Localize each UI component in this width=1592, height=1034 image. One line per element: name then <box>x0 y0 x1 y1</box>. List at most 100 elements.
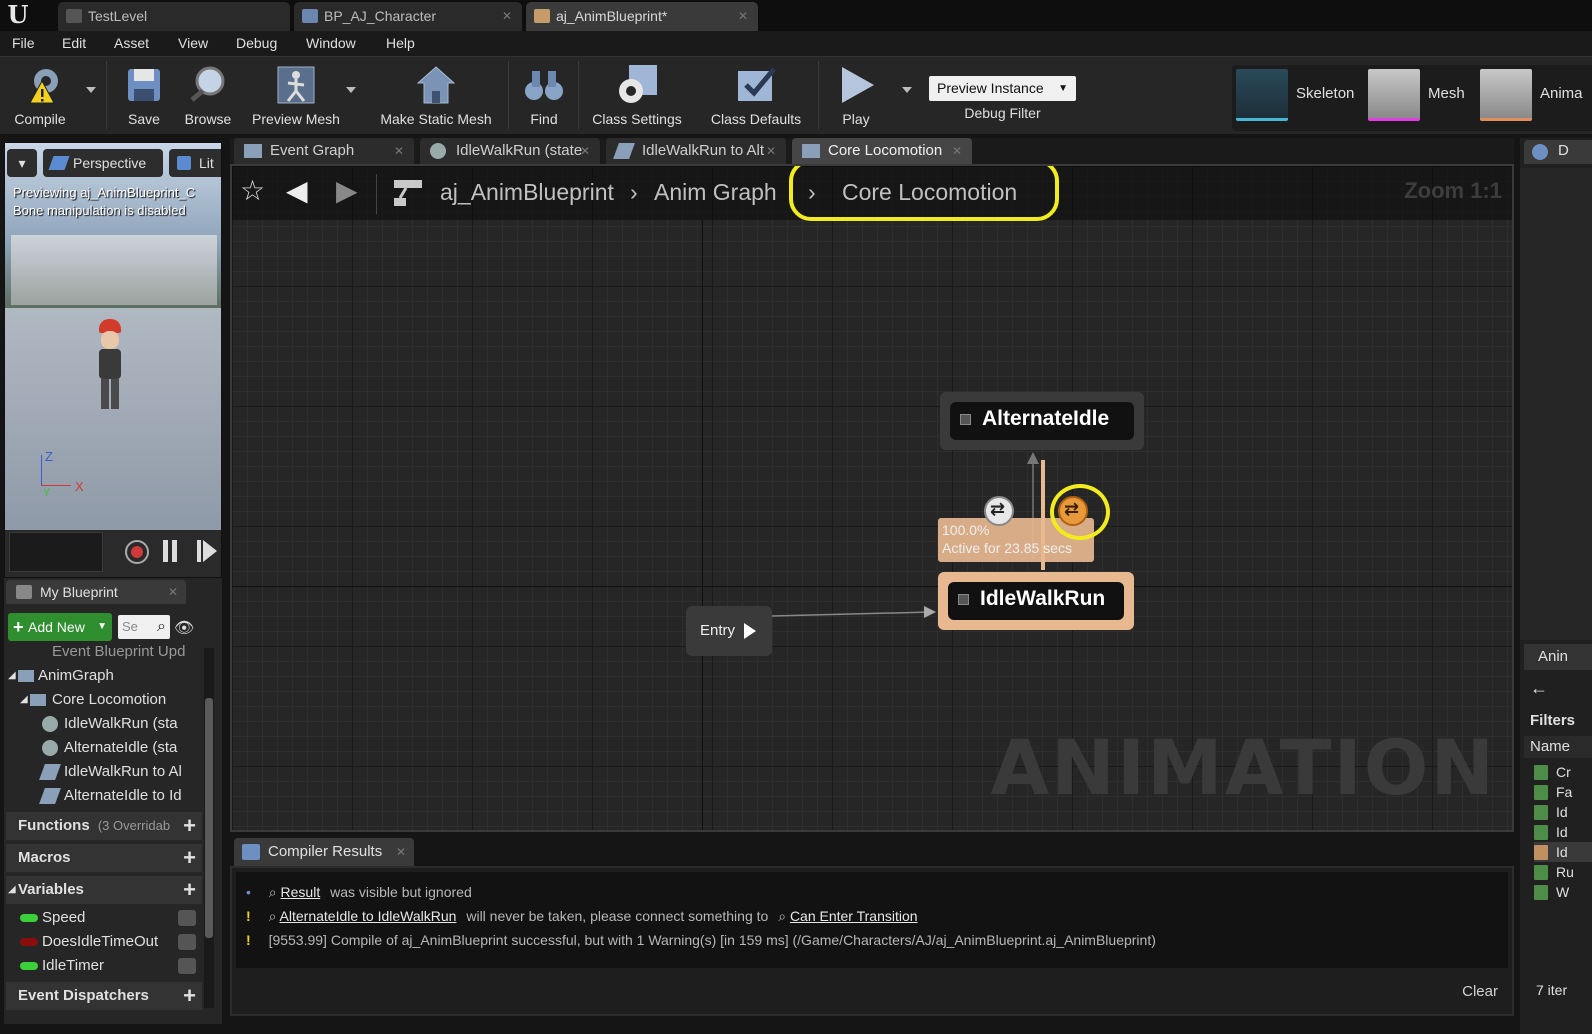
close-icon[interactable]: ✕ <box>168 580 178 604</box>
unreal-logo-icon[interactable]: U <box>4 2 32 28</box>
play-options-arrow[interactable] <box>902 87 912 93</box>
debug-filter-dropdown[interactable]: Preview Instance ▼ <box>929 76 1076 101</box>
step-forward-arrow-icon[interactable] <box>203 540 217 562</box>
variable-doesidletimeout[interactable]: DoesIdleTimeOut <box>6 930 202 954</box>
entry-node[interactable]: Entry <box>686 606 772 656</box>
log-link-can-enter-transition[interactable]: Can Enter Transition <box>790 908 918 924</box>
close-icon[interactable]: ✕ <box>394 138 404 164</box>
asset-list-item[interactable]: W <box>1534 882 1592 902</box>
variable-idletimer[interactable]: IdleTimer <box>6 954 202 978</box>
class-defaults-button[interactable]: Class Defaults <box>700 59 812 131</box>
compile-button[interactable]: Compile <box>4 59 76 131</box>
mesh-thumbnail-icon[interactable] <box>1368 69 1420 121</box>
pause-icon[interactable] <box>172 540 177 562</box>
search-input[interactable]: Se ⌕ <box>118 615 170 639</box>
add-event-dispatcher-button[interactable]: + <box>183 984 196 1008</box>
tab-anim-asset-browser[interactable]: Anin <box>1524 644 1592 670</box>
tree-expand-icon[interactable]: ◢ <box>8 876 16 904</box>
pause-icon[interactable] <box>163 540 168 562</box>
close-icon[interactable]: ✕ <box>766 138 776 164</box>
add-macro-button[interactable]: + <box>183 846 196 870</box>
preview-mesh-button[interactable]: Preview Mesh <box>244 59 348 131</box>
tree-item-alternateidle-state[interactable]: AlternateIdle (sta <box>4 736 194 760</box>
event-dispatchers-section-header[interactable]: Event Dispatchers + <box>6 982 202 1010</box>
tree-expand-icon[interactable]: ◢ <box>8 664 16 688</box>
visibility-toggle-icon[interactable] <box>178 958 196 974</box>
close-icon[interactable]: ✕ <box>738 2 748 30</box>
functions-section-header[interactable]: Functions (3 Overridab + <box>6 812 202 840</box>
log-link-result[interactable]: Result <box>281 884 321 900</box>
tree-item-alternateidle-to-idlewalkrun[interactable]: AlternateIdle to Id <box>4 784 194 808</box>
variables-section-header[interactable]: ◢ Variables + <box>6 876 202 904</box>
add-function-button[interactable]: + <box>183 814 196 838</box>
scrollbar-thumb[interactable] <box>205 698 213 938</box>
save-button[interactable]: Save <box>114 59 174 131</box>
menu-window[interactable]: Window <box>306 31 356 56</box>
exec-pin-icon[interactable] <box>744 623 756 639</box>
perspective-button[interactable]: Perspective <box>43 149 163 177</box>
tab-idlewalkrun-to-alt[interactable]: IdleWalkRun to Alt ✕ <box>606 138 786 164</box>
asset-list-item[interactable]: Ru <box>1534 862 1592 882</box>
tab-my-blueprint[interactable]: My Blueprint ✕ <box>6 580 186 604</box>
browse-button[interactable]: Browse <box>176 59 240 131</box>
mesh-mode-label[interactable]: Mesh <box>1428 85 1465 102</box>
close-icon[interactable]: ✕ <box>396 838 406 866</box>
eye-visibility-icon[interactable]: 👁 <box>174 618 194 638</box>
record-button[interactable] <box>125 540 149 564</box>
preview-viewport[interactable]: ▾ Perspective Lit Previewing aj_AnimBlue… <box>4 142 222 578</box>
tab-bp-aj-character[interactable]: BP_AJ_Character ✕ <box>294 2 522 31</box>
variable-speed[interactable]: Speed <box>6 906 202 930</box>
tab-core-locomotion[interactable]: Core Locomotion ✕ <box>792 138 972 164</box>
state-node-idlewalkrun[interactable]: IdleWalkRun <box>938 572 1134 630</box>
menu-view[interactable]: View <box>178 31 208 56</box>
menu-asset[interactable]: Asset <box>114 31 149 56</box>
skeleton-thumbnail-icon[interactable] <box>1236 69 1288 121</box>
find-button[interactable]: Find <box>514 59 574 131</box>
tab-details[interactable]: D <box>1524 140 1592 164</box>
close-icon[interactable]: ✕ <box>580 138 590 164</box>
filters-label[interactable]: Filters <box>1530 712 1575 729</box>
tree-item-core-locomotion[interactable]: ◢ Core Locomotion <box>4 688 194 712</box>
name-column-header[interactable]: Name <box>1524 736 1592 758</box>
compile-options-arrow[interactable] <box>86 87 96 93</box>
make-static-mesh-button[interactable]: Make Static Mesh <box>370 59 502 131</box>
close-icon[interactable]: ✕ <box>952 138 962 164</box>
viewport-options-button[interactable]: ▾ <box>7 149 37 177</box>
menu-help[interactable]: Help <box>386 31 415 56</box>
state-machine-graph[interactable]: ☆ ◀ ▶ aj_AnimBlueprint › Anim Graph › Co… <box>230 164 1514 832</box>
lit-button[interactable]: Lit <box>169 149 221 177</box>
menu-file[interactable]: File <box>12 31 35 56</box>
macros-section-header[interactable]: Macros + <box>6 844 202 872</box>
visibility-toggle-icon[interactable] <box>178 934 196 950</box>
visibility-toggle-icon[interactable] <box>178 910 196 926</box>
state-node-alternateidle[interactable]: AlternateIdle <box>940 392 1144 450</box>
menu-debug[interactable]: Debug <box>236 31 277 56</box>
tree-expand-icon[interactable]: ◢ <box>20 688 28 712</box>
close-icon[interactable]: ✕ <box>502 2 512 30</box>
log-link-transition[interactable]: AlternateIdle to IdleWalkRun <box>280 908 457 924</box>
asset-list-item[interactable]: Id <box>1534 842 1592 862</box>
asset-list-item[interactable]: Cr <box>1534 762 1592 782</box>
tab-testlevel[interactable]: TestLevel <box>58 2 290 31</box>
class-settings-button[interactable]: Class Settings <box>582 59 692 131</box>
play-button[interactable]: Play <box>826 59 886 131</box>
tree-item-animgraph[interactable]: ◢ AnimGraph <box>4 664 194 688</box>
preview-mesh-options-arrow[interactable] <box>346 87 356 93</box>
tab-event-graph[interactable]: Event Graph ✕ <box>234 138 414 164</box>
panel-scrollbar[interactable] <box>204 648 214 1008</box>
step-forward-icon[interactable] <box>197 540 201 562</box>
timeline-scrubber[interactable] <box>9 532 103 572</box>
add-new-button[interactable]: + Add New ▼ <box>8 613 112 641</box>
menu-edit[interactable]: Edit <box>62 31 86 56</box>
tree-item-event-blueprint-update[interactable]: Event Blueprint Upd <box>4 640 194 664</box>
tree-item-idlewalkrun-to-alternateidle[interactable]: IdleWalkRun to Al <box>4 760 194 784</box>
add-variable-button[interactable]: + <box>183 878 196 902</box>
animation-thumbnail-icon[interactable] <box>1480 69 1532 121</box>
transition-rule-icon[interactable]: ⇄ <box>984 496 1014 526</box>
skeleton-mode-label[interactable]: Skeleton <box>1296 85 1354 102</box>
tree-item-idlewalkrun-state[interactable]: IdleWalkRun (sta <box>4 712 194 736</box>
tab-aj-animblueprint[interactable]: aj_AnimBlueprint* ✕ <box>526 2 758 31</box>
tab-idlewalkrun-state[interactable]: IdleWalkRun (state ✕ <box>420 138 600 164</box>
clear-log-button[interactable]: Clear <box>1462 983 1498 1000</box>
back-arrow-icon[interactable]: ← <box>1530 678 1548 699</box>
